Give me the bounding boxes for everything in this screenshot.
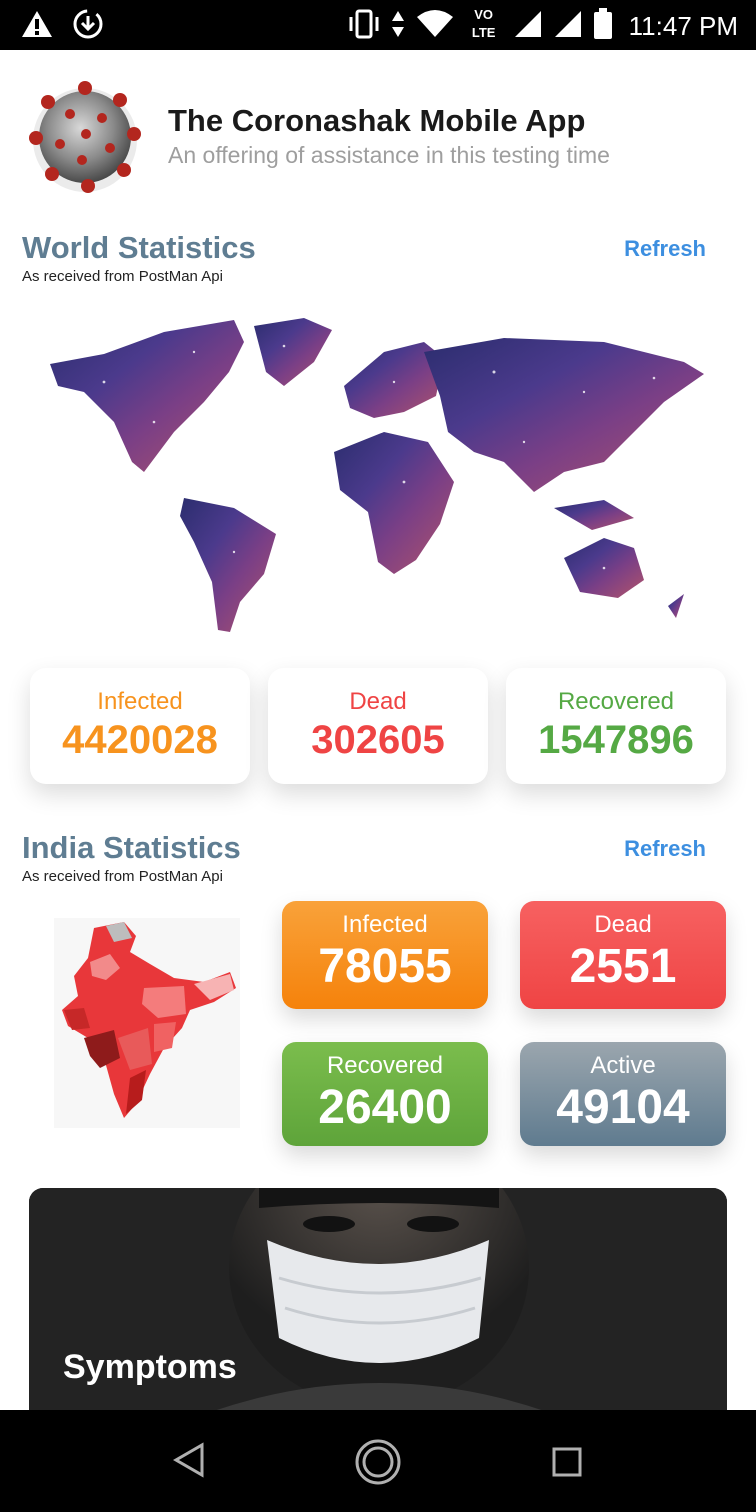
battery-icon (593, 7, 613, 45)
wifi-icon (415, 9, 455, 44)
symptoms-card[interactable]: Symptoms (29, 1188, 727, 1428)
app-subtitle: An offering of assistance in this testin… (168, 142, 610, 168)
home-icon[interactable] (354, 1438, 402, 1491)
back-icon[interactable] (172, 1442, 206, 1483)
world-infected-card: Infected 4420028 (30, 668, 250, 784)
india-dead-label: Dead (594, 911, 652, 938)
clock: 11:47 PM (628, 10, 738, 41)
india-statistics-source: As received from PostMan Api (22, 868, 223, 885)
signal-icon (553, 9, 583, 44)
world-refresh-button[interactable]: Refresh (624, 236, 706, 262)
india-statistics-title: India Statistics (22, 830, 241, 865)
world-map-image (44, 312, 714, 642)
world-dead-label: Dead (349, 688, 407, 715)
recents-icon[interactable] (552, 1447, 582, 1482)
india-infected-card: Infected 78055 (282, 901, 488, 1009)
data-arrows-icon (391, 9, 405, 44)
download-icon (72, 8, 104, 45)
lte-icon: VO LTE (471, 7, 496, 40)
india-active-card: Active 49104 (520, 1042, 726, 1146)
warning-icon (20, 9, 54, 44)
status-bar: VO LTE 11:47 PM (0, 0, 756, 50)
india-infected-value: 78055 (318, 940, 452, 993)
masked-person-image (29, 1188, 727, 1428)
india-active-value: 49104 (556, 1081, 690, 1134)
india-active-label: Active (590, 1052, 656, 1079)
world-recovered-value: 1547896 (538, 718, 694, 762)
india-dead-card: Dead 2551 (520, 901, 726, 1009)
world-dead-card: Dead 302605 (268, 668, 488, 784)
world-statistics-title: World Statistics (22, 230, 256, 265)
world-infected-value: 4420028 (62, 718, 218, 762)
india-refresh-button[interactable]: Refresh (624, 836, 706, 862)
world-statistics-source: As received from PostMan Api (22, 268, 223, 285)
world-dead-value: 302605 (311, 718, 445, 762)
world-recovered-label: Recovered (557, 688, 675, 715)
india-infected-label: Infected (342, 911, 428, 938)
india-recovered-label: Recovered (326, 1052, 444, 1079)
app-title: The Coronashak Mobile App (168, 103, 586, 138)
world-infected-label: Infected (97, 688, 183, 715)
india-recovered-value: 26400 (318, 1081, 452, 1134)
india-recovered-card: Recovered 26400 (282, 1042, 488, 1146)
vibrate-icon (347, 9, 381, 44)
signal-icon (513, 9, 543, 44)
navigation-bar (0, 1410, 756, 1512)
symptoms-label: Symptoms (63, 1348, 237, 1386)
india-map-image (54, 918, 240, 1128)
india-dead-value: 2551 (569, 940, 677, 993)
world-recovered-card: Recovered 1547896 (506, 668, 726, 784)
virus-logo (22, 74, 148, 200)
